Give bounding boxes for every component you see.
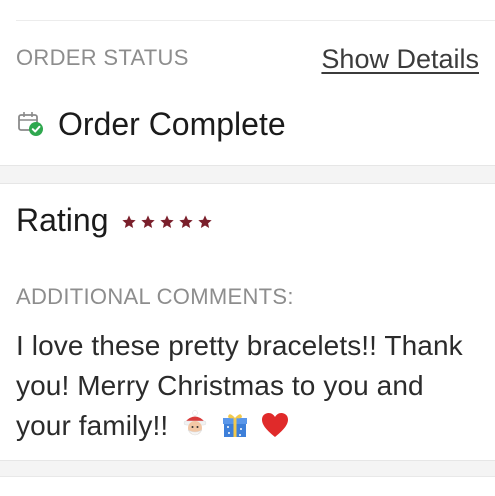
star-rating: [121, 210, 213, 230]
order-status-label: ORDER STATUS: [16, 45, 189, 70]
star-icon: [159, 215, 174, 228]
order-status-text: Order Complete: [58, 105, 286, 142]
divider: [16, 20, 495, 21]
star-icon: [121, 215, 136, 228]
santa-emoji: [183, 410, 207, 436]
comment-block: I love these pretty bracelets!! Thank yo…: [16, 326, 486, 451]
show-details-link[interactable]: Show Details: [321, 44, 479, 75]
heart-emoji: [261, 413, 288, 437]
rating-row: Rating: [16, 198, 213, 242]
star-icon: [197, 215, 212, 228]
comment-emojis: [180, 410, 292, 451]
star-icon: [178, 215, 193, 228]
order-status-row: Order Complete: [16, 104, 286, 144]
section-divider: [0, 165, 495, 184]
next-card: [0, 476, 495, 496]
gift-emoji: [223, 414, 248, 437]
order-complete-icon: [18, 112, 43, 136]
additional-comments-label: ADDITIONAL COMMENTS:: [16, 284, 294, 309]
rating-label: Rating: [16, 201, 109, 238]
star-icon: [140, 215, 155, 228]
